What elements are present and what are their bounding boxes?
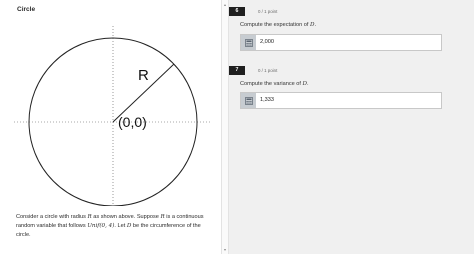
questions-panel: 6 0 / 1 point Compute the expectation of… bbox=[229, 0, 474, 254]
figure-panel: Circle R (0,0) Consider a circle with ra… bbox=[0, 0, 221, 254]
caret-down-icon: ▾ bbox=[224, 247, 227, 252]
answer-value[interactable]: 1,333 bbox=[260, 93, 274, 108]
problem-description: Consider a circle with radius R as shown… bbox=[16, 214, 204, 238]
answer-field[interactable]: 1,333 bbox=[240, 92, 442, 109]
question-number-badge: 6 bbox=[229, 7, 245, 16]
panel-title: Circle bbox=[17, 6, 36, 13]
answer-field[interactable]: 2,000 bbox=[240, 34, 442, 51]
radius-label: R bbox=[138, 67, 149, 84]
calculator-icon[interactable] bbox=[241, 93, 256, 108]
question-text: Compute the expectation of D. bbox=[240, 22, 317, 28]
question-number-badge: 7 bbox=[229, 66, 245, 75]
points-label: 0 / 1 point bbox=[258, 9, 278, 14]
question-text: Compute the variance of D. bbox=[240, 81, 309, 87]
quiz-page: Circle R (0,0) Consider a circle with ra… bbox=[0, 0, 474, 254]
answer-value[interactable]: 2,000 bbox=[260, 35, 274, 50]
calculator-icon[interactable] bbox=[241, 35, 256, 50]
circle-figure: R (0,0) bbox=[14, 26, 212, 206]
points-label: 0 / 1 point bbox=[258, 68, 278, 73]
center-label: (0,0) bbox=[118, 114, 147, 130]
panel-splitter[interactable]: ▴ ▾ bbox=[221, 0, 229, 254]
caret-up-icon: ▴ bbox=[224, 2, 227, 7]
